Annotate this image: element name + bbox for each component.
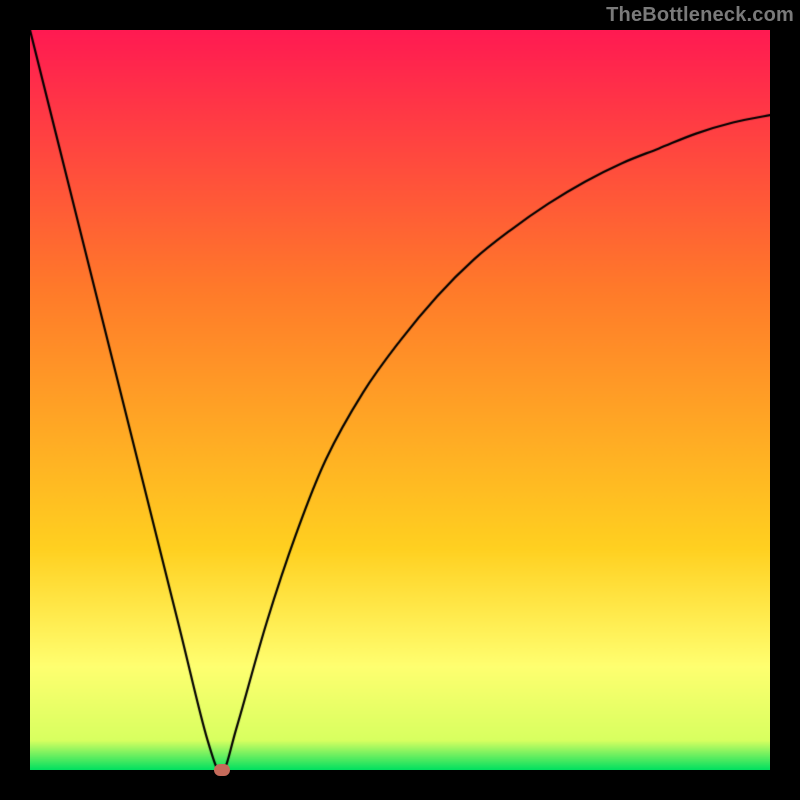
bottleneck-curve: [30, 30, 770, 770]
chart-frame: TheBottleneck.com: [0, 0, 800, 800]
plot-area: [30, 30, 770, 770]
watermark-text: TheBottleneck.com: [606, 4, 794, 27]
optimum-marker: [214, 764, 230, 776]
